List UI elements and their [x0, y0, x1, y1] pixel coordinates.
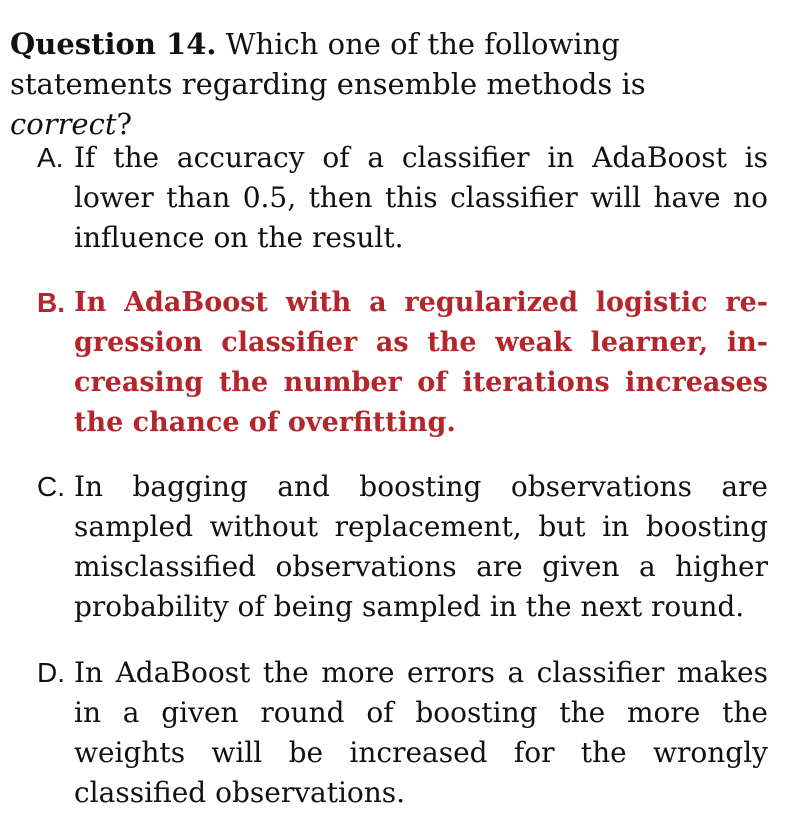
question-emphasis: correct: [10, 107, 117, 141]
question-stem: Question 14. Which one of the following …: [10, 24, 770, 144]
option-a: A. If the accuracy of a classifier in Ad…: [37, 138, 768, 258]
question-mark: ?: [116, 107, 133, 141]
option-b-text: In AdaBoost with a regularized logistic …: [74, 287, 768, 438]
option-a-text: If the accuracy of a classifier in AdaBo…: [74, 141, 768, 254]
option-c: C. In bagging and boosting observations …: [37, 467, 768, 627]
option-d: D. In AdaBoost the more errors a classif…: [37, 653, 768, 813]
option-c-text: In bagging and boosting observations are…: [74, 470, 768, 623]
option-b-correct-answer: B. In AdaBoost with a regularized logist…: [37, 283, 768, 443]
option-d-letter: D.: [37, 657, 65, 688]
option-b-letter: B.: [37, 287, 65, 318]
option-c-letter: C.: [37, 471, 65, 502]
question-number: Question 14.: [10, 27, 217, 61]
option-a-letter: A.: [37, 142, 64, 173]
option-d-text: In AdaBoost the more errors a classifier…: [74, 656, 768, 809]
